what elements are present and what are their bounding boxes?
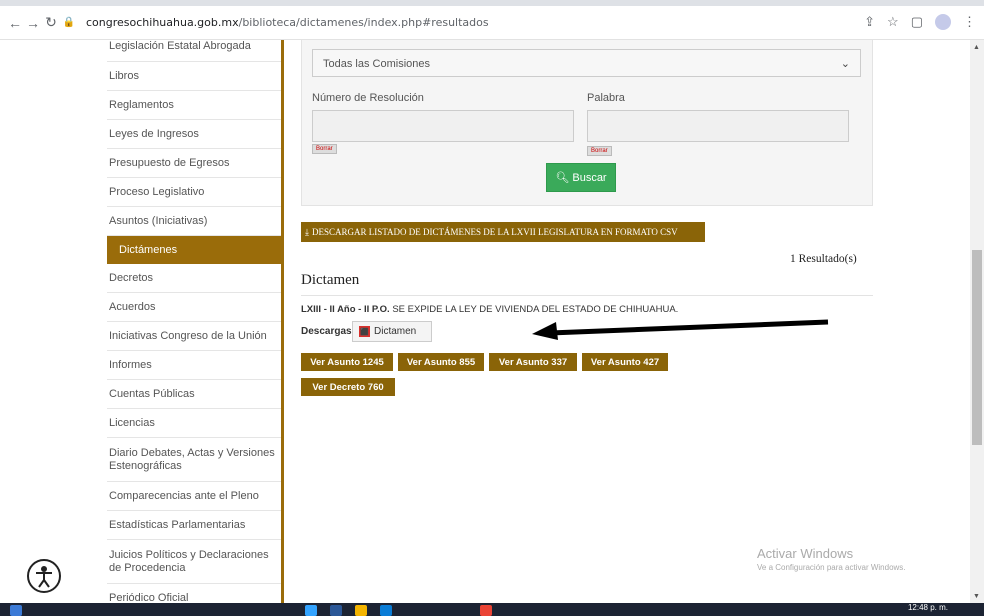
sidebar-item[interactable]: Informes (107, 351, 281, 380)
chevron-down-icon: ⌄ (840, 58, 850, 70)
sidebar-item[interactable]: Cuentas Públicas (107, 380, 281, 409)
resolucion-input[interactable] (312, 110, 574, 142)
divider (301, 295, 873, 296)
download-csv-label: DESCARGAR LISTADO DE DICTÁMENES DE LA LX… (311, 227, 678, 237)
borrar-resolucion-button[interactable]: Borrar (312, 144, 337, 154)
sidebar-item[interactable]: Presupuesto de Egresos (107, 149, 281, 178)
sidebar-item[interactable]: Decretos (107, 264, 281, 293)
download-icon: ⤓ (305, 226, 309, 237)
scroll-up-icon[interactable]: ▲ (973, 44, 980, 51)
url-path: /biblioteca/dictamenes/index.php#resulta… (238, 16, 489, 29)
comisiones-select[interactable]: Todas las Comisiones ⌄ (312, 49, 861, 77)
ver-asunto-1245-button[interactable]: Ver Asunto 1245 (301, 353, 393, 371)
ver-decreto-760-button[interactable]: Ver Decreto 760 (301, 378, 395, 396)
lock-icon[interactable]: 🔒 (60, 17, 78, 28)
taskbar-app-icon[interactable] (330, 605, 342, 616)
back-icon[interactable]: ← (6, 15, 24, 31)
scroll-down-icon[interactable]: ▼ (973, 593, 980, 600)
sidebar-divider (281, 40, 284, 603)
sidebar-item[interactable]: Comparecencias ante el Pleno (107, 482, 281, 511)
sidebar-item[interactable]: Asuntos (Iniciativas) (107, 207, 281, 236)
windows-activation-watermark: Activar Windows Ve a Configuración para … (757, 546, 906, 572)
sidebar-item[interactable]: Periódico Oficial (107, 584, 281, 603)
borrar-palabra-button[interactable]: Borrar (587, 146, 612, 156)
taskbar-app-icon[interactable] (380, 605, 392, 616)
pdf-label: Dictamen (374, 326, 417, 337)
address-bar[interactable]: congresochihuahua.gob.mx/biblioteca/dict… (86, 16, 489, 29)
sidebar-item[interactable]: Licencias (107, 409, 281, 438)
palabra-label: Palabra (587, 92, 625, 104)
side-panel-icon[interactable]: ▢ (911, 14, 923, 30)
taskbar-app-icon[interactable] (305, 605, 317, 616)
watermark-subtitle: Ve a Configuración para activar Windows. (757, 563, 906, 572)
sidebar-item[interactable]: Leyes de Ingresos (107, 120, 281, 149)
sidebar-item[interactable]: Diario Debates, Actas y Versiones Esteno… (107, 438, 281, 482)
accessibility-icon[interactable] (27, 559, 61, 593)
bookmark-star-icon[interactable]: ☆ (887, 14, 899, 30)
dictamen-entry: LXIII - II Año - II P.O. SE EXPIDE LA LE… (301, 304, 678, 315)
sidebar: Legislación Estatal Abrogada Libros Reglam… (107, 40, 281, 603)
browser-toolbar: ← → ↻ 🔒 congresochihuahua.gob.mx/bibliot… (0, 6, 984, 40)
taskbar-app-icon[interactable] (355, 605, 367, 616)
sidebar-item[interactable]: Libros (107, 62, 281, 91)
url-host: congresochihuahua.gob.mx (86, 16, 239, 29)
taskbar: 12:48 p. m. (0, 603, 984, 616)
sidebar-item[interactable]: Legislación Estatal Abrogada (107, 40, 281, 62)
results-count: 1 Resultado(s) (790, 253, 857, 265)
search-panel: Todas las Comisiones ⌄ Número de Resoluc… (301, 40, 873, 206)
search-icon: 🔍︎ (555, 172, 570, 184)
share-icon[interactable]: ⇪ (864, 14, 875, 30)
start-icon[interactable] (10, 605, 22, 616)
menu-kebab-icon[interactable]: ⋮ (963, 14, 976, 30)
comisiones-select-value: Todas las Comisiones (323, 58, 430, 70)
palabra-input[interactable] (587, 110, 849, 142)
descargas-label: Descargas: (301, 326, 355, 337)
buscar-label: Buscar (572, 171, 607, 184)
reload-icon[interactable]: ↻ (42, 14, 60, 31)
taskbar-clock: 12:48 p. m. (907, 603, 948, 612)
page-viewport: Legislación Estatal Abrogada Libros Reglam… (0, 40, 984, 603)
forward-icon[interactable]: → (24, 15, 42, 31)
section-title: Dictamen (301, 272, 360, 288)
download-csv-button[interactable]: ⤓ DESCARGAR LISTADO DE DICTÁMENES DE LA … (301, 222, 705, 242)
page-scrollbar[interactable]: ▲ ▼ (970, 40, 984, 603)
sidebar-item[interactable]: Acuerdos (107, 293, 281, 322)
sidebar-item[interactable]: Iniciativas Congreso de la Unión (107, 322, 281, 351)
watermark-title: Activar Windows (757, 546, 854, 561)
sidebar-item[interactable]: Juicios Políticos y Declaraciones de Pro… (107, 540, 281, 584)
ver-asunto-337-button[interactable]: Ver Asunto 337 (489, 353, 577, 371)
entry-text: SE EXPIDE LA LEY DE VIVIENDA DEL ESTADO … (392, 304, 679, 315)
sidebar-item[interactable]: Estadísticas Parlamentarias (107, 511, 281, 540)
sidebar-item[interactable]: Reglamentos (107, 91, 281, 120)
taskbar-app-icon[interactable] (480, 605, 492, 616)
ver-asunto-855-button[interactable]: Ver Asunto 855 (398, 353, 484, 371)
pdf-download-button[interactable]: ⬛ Dictamen (352, 321, 432, 342)
scrollbar-thumb[interactable] (972, 250, 982, 445)
pdf-icon: ⬛ (359, 326, 370, 337)
buscar-button[interactable]: 🔍︎ Buscar (546, 163, 616, 192)
annotation-arrow-icon (532, 319, 829, 340)
ver-asunto-427-button[interactable]: Ver Asunto 427 (582, 353, 668, 371)
sidebar-item[interactable]: Proceso Legislativo (107, 178, 281, 207)
resolucion-label: Número de Resolución (312, 92, 424, 104)
profile-avatar-icon[interactable] (935, 14, 951, 30)
sidebar-item[interactable]: Dictámenes (107, 236, 281, 264)
entry-ref: LXIII - II Año - II P.O. (301, 304, 390, 315)
